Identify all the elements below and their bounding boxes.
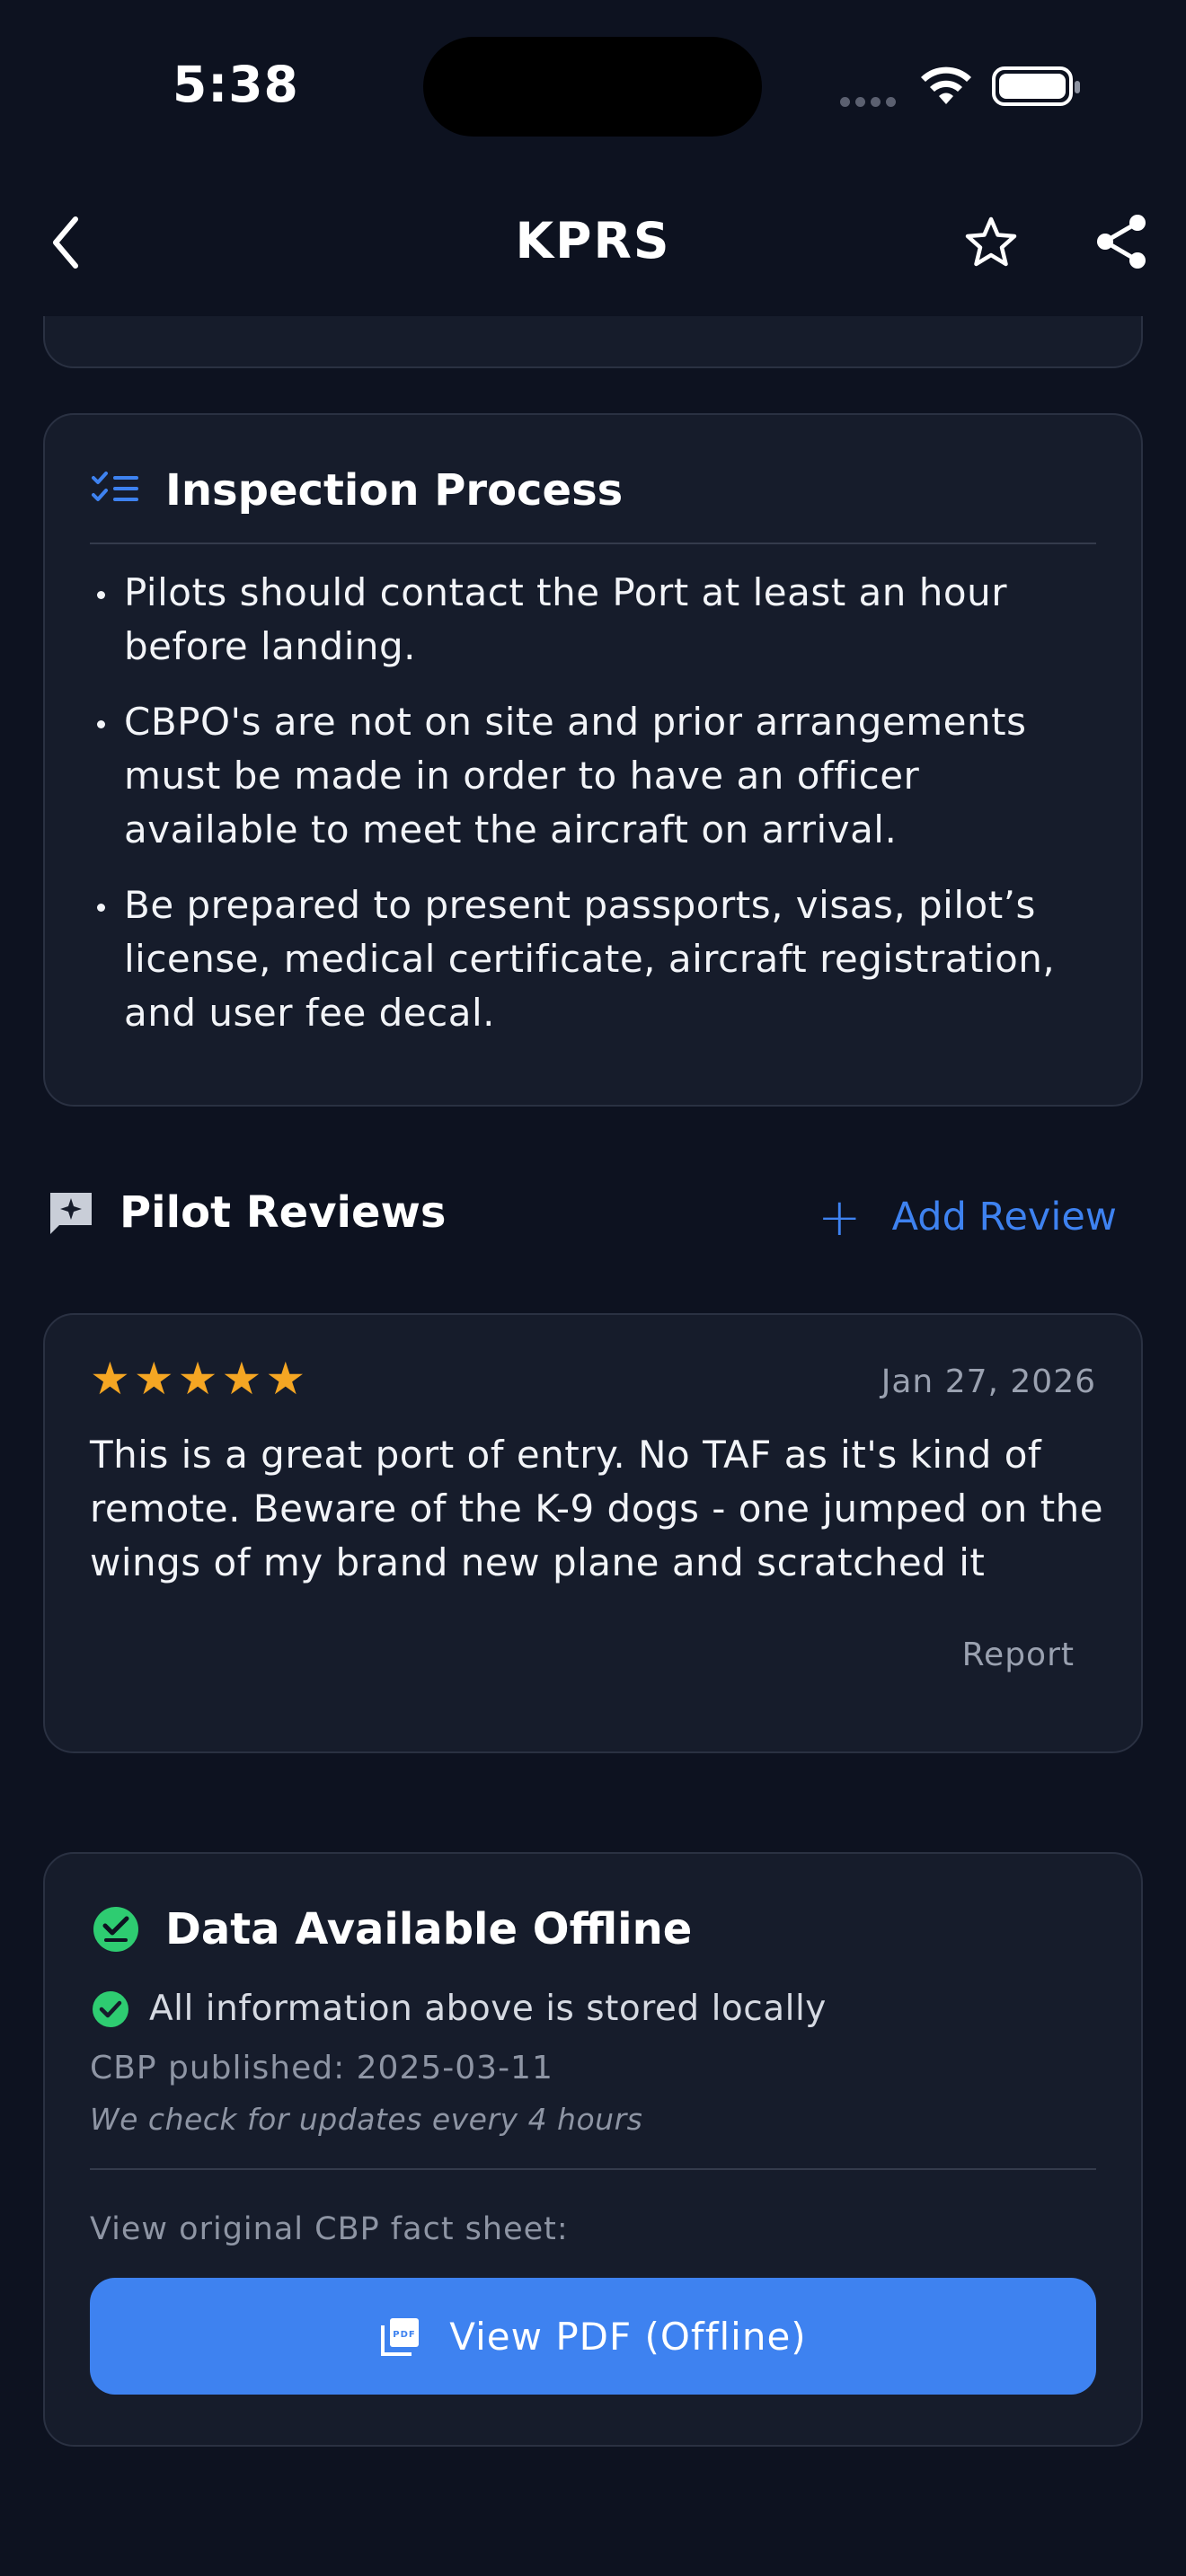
published-date: CBP published: 2025-03-11 — [90, 2050, 553, 2086]
inspection-title: Inspection Process — [165, 465, 624, 516]
inspection-list: Pilots should contact the Port at least … — [90, 566, 1105, 1062]
signal-dots-icon — [840, 93, 901, 110]
star-rating: ★ ★ ★ ★ ★ — [90, 1356, 305, 1401]
dynamic-island — [423, 37, 762, 137]
report-button[interactable]: Report — [962, 1636, 1075, 1673]
pdf-icon: PDF — [379, 2315, 422, 2358]
status-time: 5:38 — [173, 56, 299, 113]
check-circle-icon — [93, 1990, 128, 2027]
star-icon: ★ — [133, 1353, 174, 1405]
stored-locally-text: All information above is stored locally — [149, 1989, 827, 2029]
star-icon: ★ — [265, 1353, 306, 1405]
svg-text:PDF: PDF — [394, 2330, 416, 2340]
review-date: Jan 27, 2026 — [881, 1363, 1096, 1400]
add-review-label: Add Review — [891, 1195, 1117, 1239]
review-bubble-icon — [47, 1189, 95, 1241]
checklist-icon — [92, 471, 140, 510]
list-item: Be prepared to present passports, visas,… — [90, 878, 1105, 1040]
wifi-icon — [918, 65, 974, 110]
view-pdf-button[interactable]: PDF View PDF (Offline) — [90, 2278, 1096, 2395]
star-icon: ★ — [221, 1353, 262, 1405]
plus-icon: + — [818, 1187, 862, 1248]
view-pdf-label: View PDF (Offline) — [449, 2314, 807, 2359]
review-text: This is a great port of entry. No TAF as… — [90, 1433, 1104, 1584]
star-icon: ★ — [90, 1353, 130, 1405]
add-review-button[interactable]: + Add Review — [818, 1191, 1117, 1243]
offline-title: Data Available Offline — [165, 1904, 693, 1954]
reviews-title: Pilot Reviews — [119, 1187, 447, 1238]
share-icon[interactable] — [1094, 214, 1150, 273]
divider — [90, 543, 1096, 544]
star-icon: ★ — [177, 1353, 218, 1405]
view-original-label: View original CBP fact sheet: — [90, 2211, 569, 2247]
stored-locally-row: All information above is stored locally — [92, 1989, 827, 2029]
update-interval: We check for updates every 4 hours — [90, 2102, 643, 2137]
list-item: Pilots should contact the Port at least … — [90, 566, 1105, 674]
divider — [90, 2168, 1096, 2170]
list-item: CBPO's are not on site and prior arrange… — [90, 695, 1105, 857]
battery-icon — [992, 66, 1080, 106]
favorite-star-icon[interactable] — [963, 216, 1019, 273]
offline-check-badge-icon — [93, 1906, 139, 1956]
